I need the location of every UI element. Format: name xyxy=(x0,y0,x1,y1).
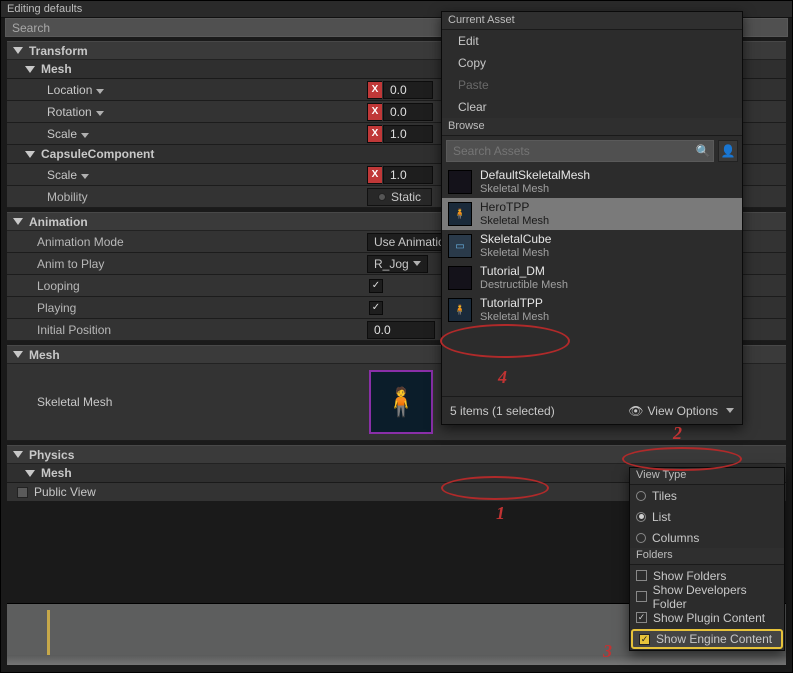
view-options-button[interactable]: 👁 View Options xyxy=(628,404,734,418)
search-icon[interactable]: 🔍 xyxy=(693,144,713,158)
asset-row[interactable]: DefaultSkeletalMeshSkeletal Mesh xyxy=(442,166,742,198)
popup-header-current: Current Asset xyxy=(442,12,742,30)
radio-icon xyxy=(378,193,386,201)
chevron-down-icon xyxy=(13,47,23,54)
chevron-down-icon xyxy=(13,218,23,225)
checkbox-icon xyxy=(636,570,647,581)
axis-x-badge: X xyxy=(367,125,382,143)
chevron-down-icon xyxy=(13,451,23,458)
public-view-label: Public View xyxy=(34,485,96,499)
scale-x-field[interactable]: 1.0 xyxy=(383,125,433,143)
asset-search-input[interactable] xyxy=(447,144,693,158)
location-x-field[interactable]: 0.0 xyxy=(383,81,433,99)
rotation-x-field[interactable]: 0.0 xyxy=(383,103,433,121)
character-icon: 🧍 xyxy=(384,386,419,419)
view-tiles[interactable]: Tiles xyxy=(630,485,784,506)
asset-search[interactable]: 🔍 xyxy=(446,140,714,162)
popup-header-browse: Browse xyxy=(442,118,742,136)
playing-checkbox[interactable] xyxy=(369,301,383,315)
chevron-down-icon[interactable] xyxy=(81,174,89,179)
show-engine-content[interactable]: Show Engine Content xyxy=(631,629,783,649)
picker-footer: 5 items (1 selected) 👁 View Options xyxy=(442,396,742,424)
asset-picker-popup: Current Asset Edit Copy Paste Clear Brow… xyxy=(441,11,743,425)
axis-x-badge: X xyxy=(367,103,382,121)
checkbox-icon xyxy=(636,612,647,623)
filter-user-icon[interactable]: 👤 xyxy=(718,140,738,162)
skeletal-mesh-thumbnail[interactable]: 🧍 xyxy=(369,370,433,434)
view-type-header: View Type xyxy=(630,468,784,485)
picker-clear[interactable]: Clear xyxy=(442,96,742,118)
eye-icon: 👁 xyxy=(628,404,643,418)
chevron-down-icon xyxy=(25,151,35,158)
chevron-down-icon[interactable] xyxy=(96,111,104,116)
chevron-down-icon xyxy=(13,351,23,358)
radio-icon xyxy=(636,512,646,522)
axis-x-badge: X xyxy=(367,166,382,184)
asset-thumbnail xyxy=(448,170,472,194)
axis-x-badge: X xyxy=(367,81,382,99)
view-options-menu: View Type Tiles List Columns Folders Sho… xyxy=(629,467,785,651)
chevron-down-icon xyxy=(25,470,35,477)
picker-paste: Paste xyxy=(442,74,742,96)
view-columns[interactable]: Columns xyxy=(630,527,784,548)
chevron-down-icon[interactable] xyxy=(96,89,104,94)
folders-header: Folders xyxy=(630,548,784,565)
initial-position-field[interactable]: 0.0 xyxy=(367,321,435,339)
picker-item-count: 5 items (1 selected) xyxy=(450,404,555,418)
section-physics[interactable]: Physics xyxy=(7,445,786,464)
asset-thumbnail: 🧍 xyxy=(448,202,472,226)
chevron-down-icon xyxy=(413,261,421,266)
picker-copy[interactable]: Copy xyxy=(442,52,742,74)
anim-to-play-dropdown[interactable]: R_Jog xyxy=(367,255,428,273)
capsule-scale-x-field[interactable]: 1.0 xyxy=(383,166,433,184)
show-plugin-content[interactable]: Show Plugin Content xyxy=(630,607,784,628)
chevron-down-icon xyxy=(726,408,734,413)
looping-checkbox[interactable] xyxy=(369,279,383,293)
mobility-static-button[interactable]: Static xyxy=(367,188,432,206)
view-list[interactable]: List xyxy=(630,506,784,527)
radio-icon xyxy=(636,491,646,501)
asset-row[interactable]: ▭ SkeletalCubeSkeletal Mesh xyxy=(442,230,742,262)
radio-icon xyxy=(636,533,646,543)
chevron-down-icon xyxy=(25,66,35,73)
asset-thumbnail: ▭ xyxy=(448,234,472,258)
checkbox-icon xyxy=(639,634,650,645)
annotation-1: 1 xyxy=(496,503,505,524)
show-developers-folder[interactable]: Show Developers Folder xyxy=(630,586,784,607)
asset-thumbnail xyxy=(448,266,472,290)
asset-row-selected[interactable]: 🧍 HeroTPPSkeletal Mesh xyxy=(442,198,742,230)
chevron-down-icon[interactable] xyxy=(81,133,89,138)
public-view-checkbox[interactable] xyxy=(17,487,28,498)
asset-row[interactable]: Tutorial_DMDestructible Mesh xyxy=(442,262,742,294)
asset-thumbnail: 🧍 xyxy=(448,298,472,322)
picker-edit[interactable]: Edit xyxy=(442,30,742,52)
checkbox-icon xyxy=(636,591,647,602)
asset-row[interactable]: 🧍 TutorialTPPSkeletal Mesh xyxy=(442,294,742,326)
